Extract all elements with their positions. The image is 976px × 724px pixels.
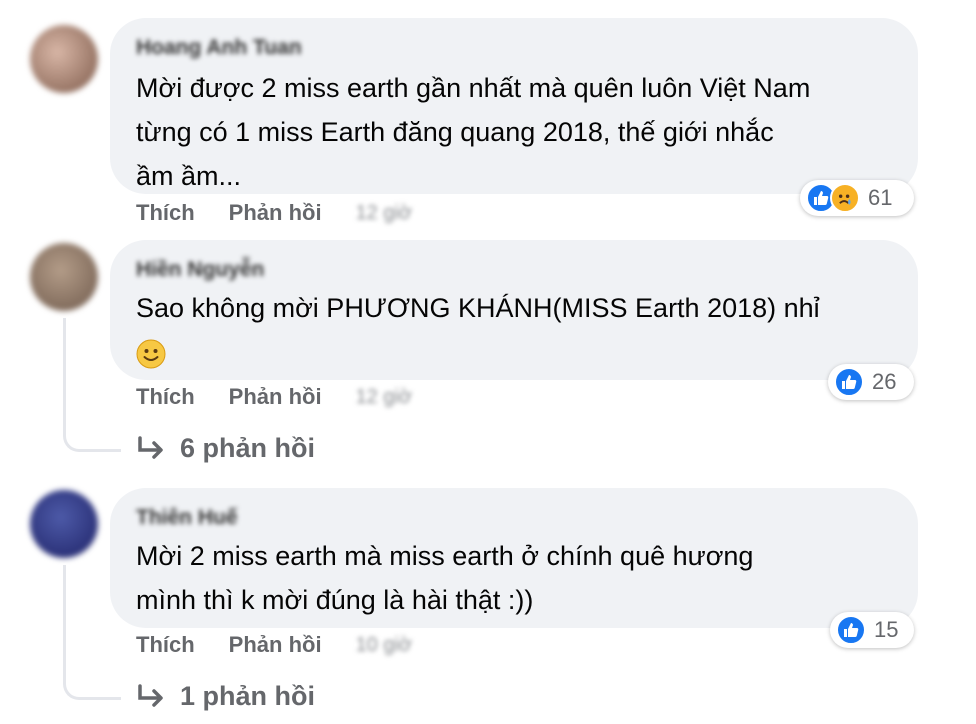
thread-connector bbox=[63, 422, 121, 452]
reaction-summary[interactable]: 15 bbox=[830, 612, 914, 648]
avatar[interactable] bbox=[30, 25, 98, 93]
thread-line bbox=[63, 565, 66, 677]
reply-button[interactable]: Phản hồi bbox=[229, 200, 322, 226]
like-icon bbox=[834, 367, 864, 397]
comment-author[interactable]: Hoang Anh Tuan bbox=[136, 36, 302, 60]
like-icon bbox=[836, 615, 866, 645]
reply-arrow-icon bbox=[138, 683, 163, 707]
comment-bubble: Hiền Nguyễn Sao không mời PHƯƠNG KHÁNH(M… bbox=[110, 240, 918, 380]
reply-arrow-icon bbox=[138, 435, 163, 459]
like-button[interactable]: Thích bbox=[136, 632, 195, 658]
comment-text-line: Mời 2 miss earth mà miss earth ở chính q… bbox=[136, 541, 754, 571]
comment-text-line: từng có 1 miss Earth đăng quang 2018, th… bbox=[136, 117, 774, 147]
reaction-count: 61 bbox=[868, 185, 893, 210]
comment-actions: Thích Phản hồi 12 giờ bbox=[136, 384, 412, 410]
comment-text-line: Mời được 2 miss earth gần nhất mà quên l… bbox=[136, 73, 811, 103]
timestamp[interactable]: 12 giờ bbox=[356, 202, 412, 225]
reply-button[interactable]: Phản hồi bbox=[229, 632, 322, 658]
comment-bubble: Thiên Huế Mời 2 miss earth mà miss earth… bbox=[110, 488, 918, 628]
comment-actions: Thích Phản hồi 10 giờ bbox=[136, 632, 412, 658]
view-replies-link[interactable]: 1 phản hồi bbox=[136, 681, 315, 712]
comment-author[interactable]: Thiên Huế bbox=[136, 506, 238, 530]
sad-icon bbox=[830, 183, 860, 213]
replies-count-label: 6 phản hồi bbox=[180, 433, 315, 463]
reaction-count: 15 bbox=[874, 617, 899, 642]
comment-emoji bbox=[136, 330, 898, 374]
reaction-summary[interactable]: 26 bbox=[828, 364, 914, 400]
comment-bubble: Hoang Anh Tuan Mời được 2 miss earth gần… bbox=[110, 18, 918, 194]
reaction-count: 26 bbox=[872, 369, 897, 394]
comment-text: Sao không mời PHƯƠNG KHÁNH(MISS Earth 20… bbox=[136, 286, 898, 374]
avatar[interactable] bbox=[30, 243, 98, 311]
timestamp[interactable]: 10 giờ bbox=[356, 634, 412, 657]
comment-text-line: Sao không mời PHƯƠNG KHÁNH(MISS Earth 20… bbox=[136, 293, 820, 323]
comment-text-line: mình thì k mời đúng là hài thật :)) bbox=[136, 585, 534, 615]
view-replies-link[interactable]: 6 phản hồi bbox=[136, 433, 315, 464]
reply-button[interactable]: Phản hồi bbox=[229, 384, 322, 410]
avatar[interactable] bbox=[30, 490, 98, 558]
timestamp[interactable]: 12 giờ bbox=[356, 386, 412, 409]
comment-text-line: ầm ầm... bbox=[136, 161, 242, 191]
like-button[interactable]: Thích bbox=[136, 200, 195, 226]
replies-count-label: 1 phản hồi bbox=[180, 681, 315, 711]
comment-actions: Thích Phản hồi 12 giờ bbox=[136, 200, 412, 226]
slightly-smiling-face-icon bbox=[136, 339, 166, 369]
like-button[interactable]: Thích bbox=[136, 384, 195, 410]
comment-author[interactable]: Hiền Nguyễn bbox=[136, 258, 264, 282]
comment-text: Mời 2 miss earth mà miss earth ở chính q… bbox=[136, 534, 898, 622]
reaction-summary[interactable]: 61 bbox=[800, 180, 914, 216]
thread-connector bbox=[63, 670, 121, 700]
comment-text: Mời được 2 miss earth gần nhất mà quên l… bbox=[136, 66, 898, 198]
thread-line bbox=[63, 318, 66, 428]
